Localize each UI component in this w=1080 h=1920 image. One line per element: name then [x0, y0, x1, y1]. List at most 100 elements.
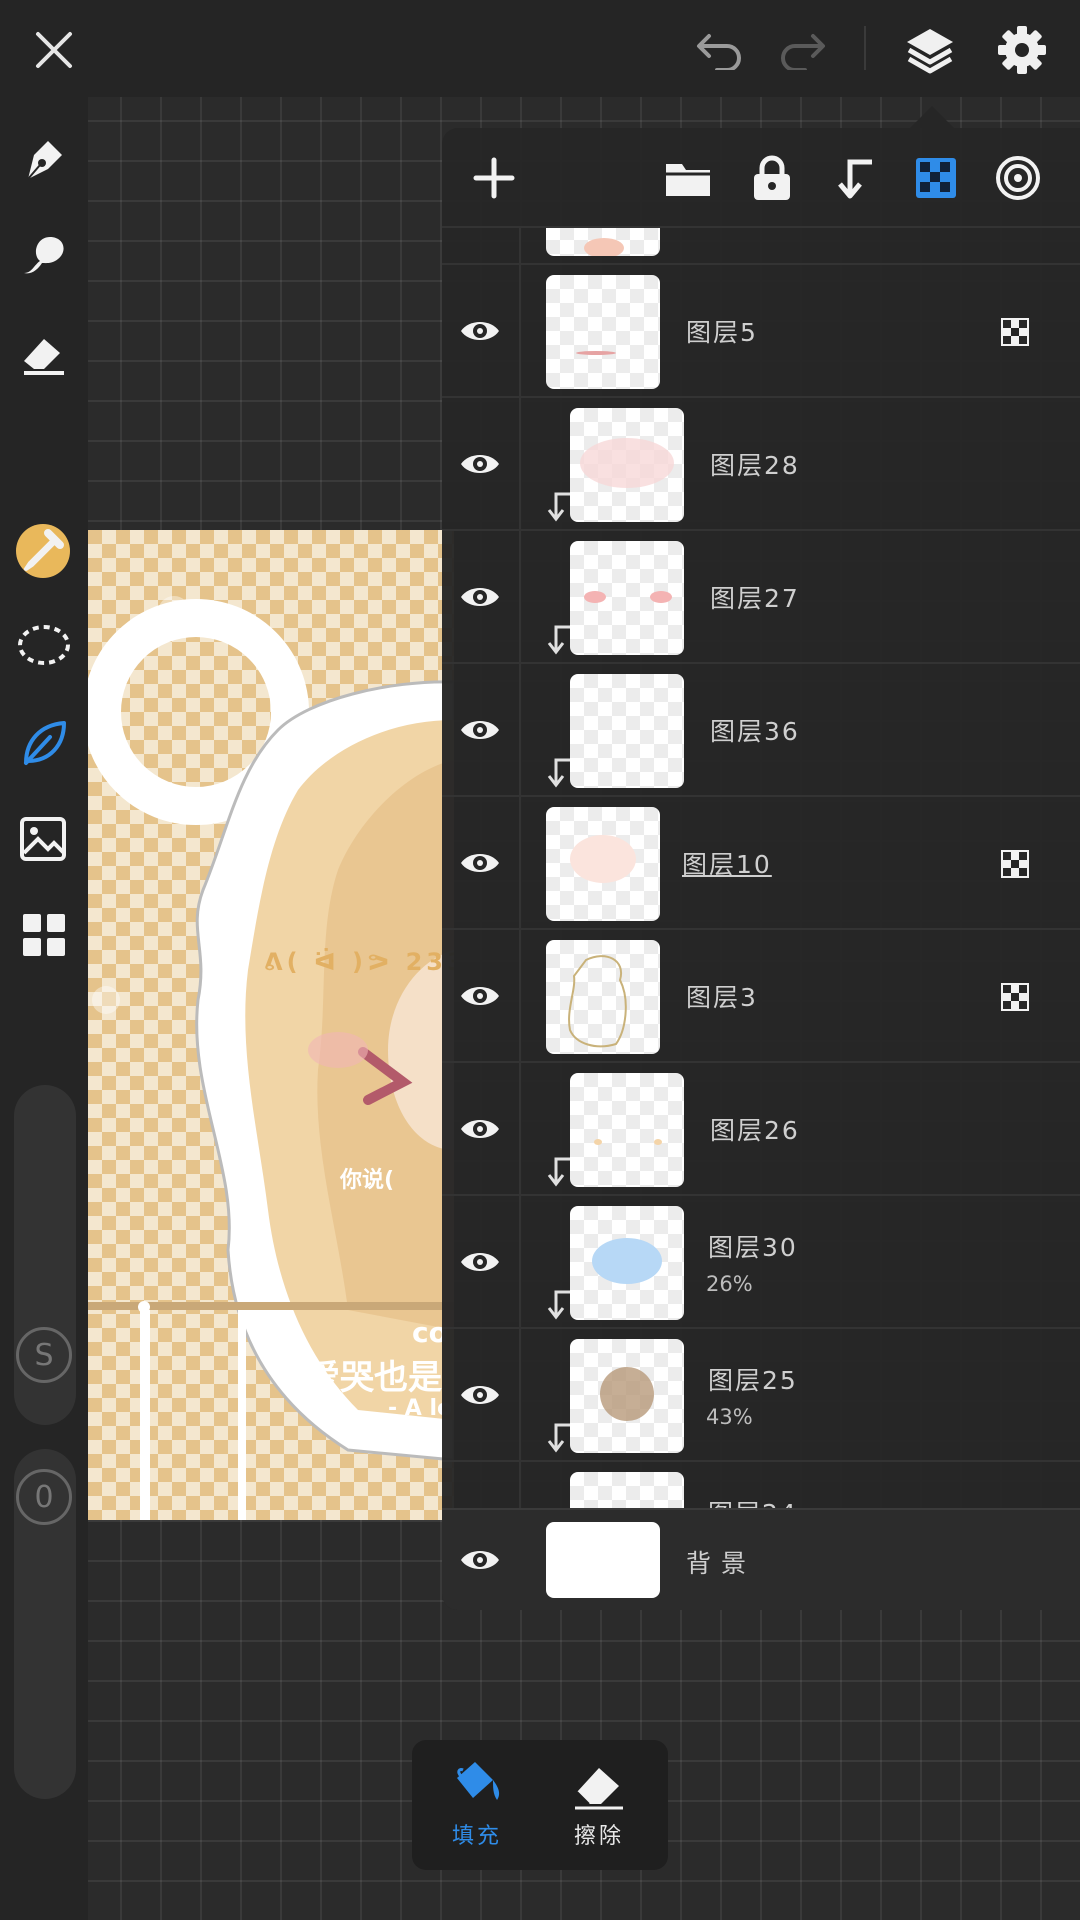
alpha-lock-indicator-icon[interactable]: [1000, 982, 1030, 1012]
layer-row-selected[interactable]: 图层10: [442, 797, 1080, 930]
brush-size-knob[interactable]: S: [16, 1327, 72, 1383]
pen-tool-icon[interactable]: [14, 129, 74, 189]
add-layer-icon[interactable]: [464, 148, 524, 208]
layer-row[interactable]: 图层30 26%: [442, 1196, 1080, 1329]
layer-thumbnail: [570, 674, 684, 788]
fill-erase-bar: 填充 擦除: [412, 1740, 668, 1870]
tool-sidebar: S 0: [0, 97, 88, 1920]
clip-arrow-icon: [547, 492, 570, 522]
layer-opacity: 43%: [706, 1405, 753, 1429]
clip-arrow-icon: [547, 1290, 570, 1320]
row-divider: [519, 531, 521, 662]
reference-icon[interactable]: [988, 148, 1048, 208]
grid-menu-icon[interactable]: [14, 905, 74, 965]
alpha-lock-icon[interactable]: [906, 148, 966, 208]
layer-thumbnail: [570, 408, 684, 522]
image-import-icon[interactable]: [14, 809, 74, 869]
fill-button[interactable]: 填充: [422, 1758, 532, 1858]
layer-row[interactable]: 图层26: [442, 1063, 1080, 1196]
drawing-canvas[interactable]: ᕕ( ᐛ )ᕗ 233 号 你说( 爱哭也是 - A lo co: [88, 530, 454, 1520]
layer-name: 图层3: [686, 983, 758, 1012]
visibility-eye-icon[interactable]: [458, 311, 502, 351]
canvas-text-2: 你说(: [340, 1168, 395, 1193]
layer-row[interactable]: 图层3: [442, 930, 1080, 1063]
layer-name: 图层5: [686, 318, 758, 347]
row-divider: [519, 930, 521, 1061]
row-divider: [519, 1063, 521, 1194]
layer-name: 图层10: [682, 850, 772, 879]
visibility-eye-icon[interactable]: [458, 976, 502, 1016]
visibility-eye-icon[interactable]: [458, 1242, 502, 1282]
close-icon[interactable]: [24, 22, 84, 78]
visibility-eye-icon[interactable]: [458, 577, 502, 617]
erase-button[interactable]: 擦除: [544, 1758, 654, 1858]
layer-row-partial[interactable]: [442, 228, 1080, 265]
row-divider: [519, 797, 521, 928]
layer-name: 图层36: [710, 717, 800, 746]
layer-thumbnail: [570, 1206, 684, 1320]
layer-row-partial[interactable]: 图层24: [442, 1462, 1080, 1508]
opacity-slider-label: 0: [34, 1479, 54, 1515]
paint-bucket-icon: [457, 1762, 500, 1800]
layer-row[interactable]: 图层25 43%: [442, 1329, 1080, 1462]
folder-icon[interactable]: [658, 148, 718, 208]
layer-row[interactable]: 图层28: [442, 398, 1080, 531]
layer-row[interactable]: 图层27: [442, 531, 1080, 664]
layer-thumbnail: [546, 940, 660, 1054]
background-layer-row[interactable]: 背景: [442, 1508, 1080, 1610]
alpha-lock-indicator-icon[interactable]: [1000, 317, 1030, 347]
layer-thumbnail: [546, 228, 660, 256]
layers-icon[interactable]: [900, 20, 960, 80]
clip-arrow-icon: [547, 1423, 570, 1453]
background-layer-name: 背景: [686, 1549, 757, 1578]
canvas-text-1: ᕕ( ᐛ )ᕗ 233 号: [264, 948, 454, 976]
layer-thumbnail: [570, 1073, 684, 1187]
visibility-eye-icon[interactable]: [458, 843, 502, 883]
layers-toolbar: [442, 128, 1080, 228]
panel-pointer: [910, 106, 954, 128]
visibility-eye-icon[interactable]: [458, 1375, 502, 1415]
eraser-tool-icon[interactable]: [14, 323, 74, 383]
layer-thumbnail: [570, 1472, 684, 1508]
smudge-tool-icon[interactable]: [14, 225, 74, 285]
visibility-eye-icon[interactable]: [458, 1540, 502, 1580]
layer-name: 图层30: [708, 1233, 798, 1262]
lasso-icon[interactable]: [14, 617, 74, 677]
toolbar-divider: [864, 26, 866, 70]
top-bar: [0, 0, 1080, 97]
layers-panel: 图层5 图层28 图层27 图层36 图层10 图层3 图层26 图层30 26…: [442, 128, 1080, 1610]
visibility-eye-icon[interactable]: [458, 1109, 502, 1149]
layer-row[interactable]: 图层36: [442, 664, 1080, 797]
background-thumbnail: [546, 1522, 660, 1598]
visibility-eye-icon[interactable]: [458, 444, 502, 484]
eyedropper-icon[interactable]: [14, 519, 74, 579]
layer-thumbnail: [546, 275, 660, 389]
redo-icon[interactable]: [772, 24, 832, 76]
leaf-brush-icon[interactable]: [14, 713, 74, 773]
clip-arrow-icon: [547, 758, 570, 788]
layer-row[interactable]: 图层5: [442, 265, 1080, 398]
layer-thumbnail: [546, 807, 660, 921]
alpha-lock-indicator-icon[interactable]: [1000, 849, 1030, 879]
layer-list[interactable]: 图层5 图层28 图层27 图层36 图层10 图层3 图层26 图层30 26…: [442, 228, 1080, 1508]
clip-icon[interactable]: [824, 148, 884, 208]
row-divider: [519, 265, 521, 396]
clip-arrow-icon: [547, 625, 570, 655]
visibility-eye-icon[interactable]: [458, 710, 502, 750]
row-divider: [519, 1462, 521, 1508]
opacity-knob[interactable]: 0: [16, 1469, 72, 1525]
erase-label: 擦除: [573, 1824, 624, 1849]
layer-name: 图层26: [710, 1116, 800, 1145]
row-divider: [519, 1196, 521, 1327]
row-divider: [519, 398, 521, 529]
layer-thumbnail: [570, 1339, 684, 1453]
row-divider: [519, 1329, 521, 1460]
lock-icon[interactable]: [742, 148, 802, 208]
undo-icon[interactable]: [690, 24, 750, 76]
layer-thumbnail: [570, 541, 684, 655]
layer-name: 图层24: [708, 1494, 798, 1508]
gear-icon[interactable]: [992, 20, 1052, 80]
row-divider: [519, 228, 521, 263]
layer-opacity: 26%: [706, 1272, 753, 1296]
row-divider: [519, 664, 521, 795]
